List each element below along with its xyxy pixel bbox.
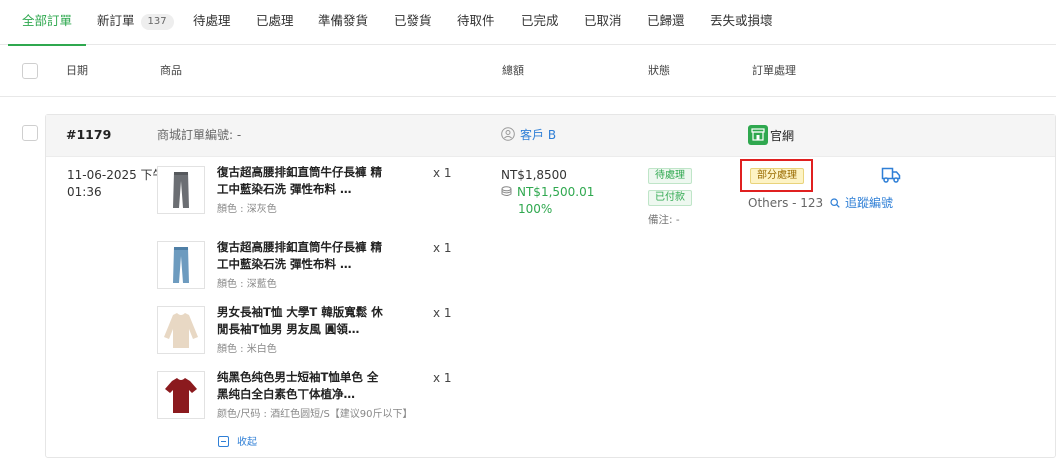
select-all-checkbox[interactable] [22,63,38,79]
column-header-product: 商品 [160,64,182,77]
tracking-label: 追蹤編號 [845,196,894,210]
tab-label: 全部訂單 [22,13,73,28]
order-total: NT$1,8500 [501,168,567,182]
tab-label: 已歸還 [647,13,685,28]
shipping-carrier: Others - 123 [748,196,824,210]
customer-link[interactable]: 客戶 B [501,115,556,155]
storefront-icon [748,125,768,145]
collapse-icon [218,436,229,447]
truck-icon[interactable] [881,166,901,184]
order-date-line: 11-06-2025 下午 [67,168,165,182]
order-row-checkbox[interactable] [22,125,38,141]
coins-icon [501,186,512,196]
product-quantity: x 1 [433,306,452,320]
list-item: 復古超高腰排釦直筒牛仔長褲 精工中藍染石洗 彈性布料 … 顏色 : 深藍色 x … [157,239,477,301]
fulfilment-highlight: 部分處理 [740,159,813,192]
column-header-date: 日期 [66,64,88,77]
tab-cancelled[interactable]: 已取消 [584,0,622,45]
tab-label: 新訂單 [97,13,135,28]
blue-jeans-icon [173,247,189,283]
product-quantity: x 1 [433,166,452,180]
paid-amount: NT$1,500.01 [501,184,594,201]
order-card: #1179 商城訂單編號: - 客戶 B 官網 11-06-2025 下午 01… [45,114,1056,458]
column-header-fulfilment: 訂單處理 [752,64,796,77]
product-variant: 顏色 : 米白色 [217,344,277,355]
product-quantity: x 1 [433,241,452,255]
sales-channel: 官網 [748,125,794,145]
order-number[interactable]: #1179 [66,115,111,155]
mall-order-number: 商城訂單編號: - [157,128,242,142]
tab-pending[interactable]: 待處理 [193,0,231,45]
tab-processed[interactable]: 已處理 [256,0,294,45]
tab-label: 已完成 [521,13,559,28]
collapse-items-button[interactable]: 收起 [218,433,257,448]
product-variant: 颜色/尺码 : 酒红色圆短/S【建议90斤以下】 [217,409,413,420]
product-name[interactable]: 復古超高腰排釦直筒牛仔長褲 精工中藍染石洗 彈性布料 … [217,164,387,198]
column-header-total: 總額 [502,64,524,77]
payment-status-badge: 已付款 [648,190,692,206]
tab-returned[interactable]: 已歸還 [647,0,685,45]
list-item: 男女長袖T恤 大學T 韓版寬鬆 休閒長袖T恤男 男友風 圓領… 顏色 : 米白色… [157,304,477,366]
order-date: 11-06-2025 下午 01:36 [67,167,165,201]
tab-ready-to-ship[interactable]: 準備發貨 [318,0,368,45]
product-thumbnail[interactable] [157,166,205,214]
person-icon [501,127,515,141]
product-name[interactable]: 男女長袖T恤 大學T 韓版寬鬆 休閒長袖T恤男 男友風 圓領… [217,304,387,338]
tab-label: 已發貨 [394,13,432,28]
count-badge: 137 [140,14,174,30]
product-name[interactable]: 復古超高腰排釦直筒牛仔長褲 精工中藍染石洗 彈性布料 … [217,239,387,273]
order-time-line: 01:36 [67,185,102,199]
column-header-status: 狀態 [648,64,670,77]
tracking-number-link[interactable]: 追蹤編號 [830,195,893,211]
tab-label: 丟失或損壞 [710,13,773,28]
tab-label: 待取件 [457,13,495,28]
gray-jeans-icon [173,172,189,208]
tab-completed[interactable]: 已完成 [521,0,559,45]
product-variant: 顏色 : 深藍色 [217,279,277,290]
red-tshirt-icon [165,378,197,413]
fulfilment-status-badge[interactable]: 部分處理 [750,168,804,184]
paid-amount-value: NT$1,500.01 [517,185,595,199]
tab-label: 準備發貨 [318,13,369,28]
list-item: 復古超高腰排釦直筒牛仔長褲 精工中藍染石洗 彈性布料 … 顏色 : 深灰色 x … [157,164,477,226]
collapse-label: 收起 [237,437,257,448]
order-remark: 備注: - [648,214,680,226]
product-name[interactable]: 纯黑色纯色男士短袖T恤单色 全黑纯白全白素色丅体植净… [217,369,387,403]
order-status-tabs: 全部訂單 新訂單 137 待處理 已處理 準備發貨 已發貨 待取件 已完成 已取消… [0,0,1056,46]
tab-label: 待處理 [193,13,231,28]
tab-awaiting-pickup[interactable]: 待取件 [457,0,495,45]
channel-label: 官網 [770,129,795,143]
tab-shipped[interactable]: 已發貨 [394,0,432,45]
product-quantity: x 1 [433,371,452,385]
search-icon [830,198,840,208]
list-item: 纯黑色纯色男士短袖T恤单色 全黑纯白全白素色丅体植净… 颜色/尺码 : 酒红色圆… [157,369,477,431]
beige-sweater-icon [164,313,198,348]
table-header: 日期 商品 總額 狀態 訂單處理 [0,45,1056,97]
product-thumbnail[interactable] [157,371,205,419]
product-thumbnail[interactable] [157,306,205,354]
customer-name: 客戶 B [520,128,557,142]
tab-new-orders[interactable]: 新訂單 137 [97,0,174,45]
tab-all-orders[interactable]: 全部訂單 [7,0,87,46]
order-status-badge: 待處理 [648,168,692,184]
tab-label: 已處理 [256,13,294,28]
order-header: #1179 商城訂單編號: - 客戶 B 官網 [46,115,1055,157]
paid-percent: 100% [518,202,553,216]
tab-lost-or-damaged[interactable]: 丟失或損壞 [710,0,773,45]
product-variant: 顏色 : 深灰色 [217,204,277,215]
tab-label: 已取消 [584,13,622,28]
product-thumbnail[interactable] [157,241,205,289]
